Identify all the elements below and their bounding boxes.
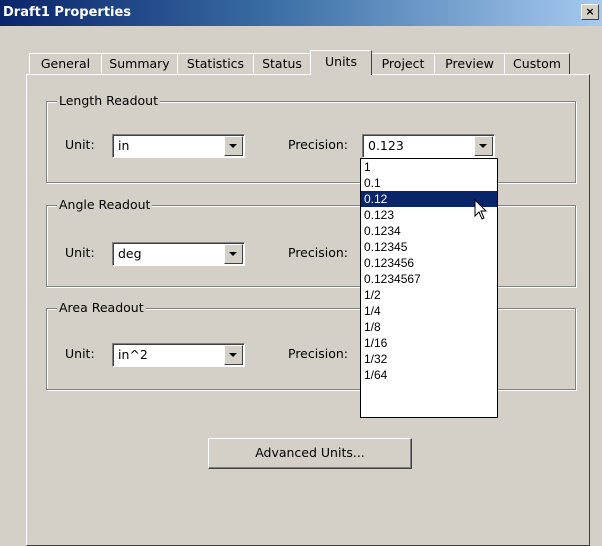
- dropdown-option[interactable]: 1/4: [361, 303, 497, 319]
- window-title: Draft1 Properties: [3, 5, 132, 20]
- advanced-units-button[interactable]: Advanced Units...: [208, 438, 412, 469]
- angle-unit-value: deg: [118, 246, 142, 261]
- length-precision-label: Precision:: [288, 137, 348, 152]
- area-unit-select[interactable]: in^2: [112, 343, 245, 367]
- dropdown-option[interactable]: 1: [361, 159, 497, 175]
- area-readout-legend: Area Readout: [57, 300, 146, 315]
- chevron-down-icon[interactable]: [474, 136, 493, 156]
- dropdown-option[interactable]: 1/8: [361, 319, 497, 335]
- dropdown-option[interactable]: 0.1234: [361, 223, 497, 239]
- tab-project[interactable]: Project: [371, 53, 435, 74]
- dropdown-option[interactable]: 0.12345: [361, 239, 497, 255]
- area-unit-value: in^2: [118, 347, 148, 362]
- dropdown-option[interactable]: 0.123456: [361, 255, 497, 271]
- angle-precision-label: Precision:: [288, 245, 348, 260]
- close-icon: ×: [585, 5, 595, 18]
- length-unit-value: in: [118, 138, 130, 153]
- chevron-down-icon[interactable]: [224, 345, 243, 365]
- dropdown-option[interactable]: 1/64: [361, 367, 497, 383]
- precision-dropdown-list[interactable]: 1 0.1 0.12 0.123 0.1234 0.12345 0.123456…: [360, 158, 498, 418]
- chevron-down-icon[interactable]: [224, 244, 243, 264]
- area-precision-label: Precision:: [288, 346, 348, 361]
- tab-status[interactable]: Status: [253, 53, 311, 74]
- tab-statistics[interactable]: Statistics: [177, 53, 254, 74]
- tab-general[interactable]: General: [29, 53, 102, 74]
- tab-summary[interactable]: Summary: [101, 53, 178, 74]
- mouse-pointer-icon: [474, 199, 488, 220]
- dropdown-option[interactable]: 0.1234567: [361, 271, 497, 287]
- length-unit-label: Unit:: [65, 137, 95, 152]
- chevron-down-icon[interactable]: [224, 136, 243, 156]
- dropdown-option[interactable]: 0.1: [361, 175, 497, 191]
- tab-custom[interactable]: Custom: [504, 53, 570, 74]
- length-precision-value: 0.123: [368, 138, 404, 153]
- tab-preview[interactable]: Preview: [434, 53, 505, 74]
- area-unit-label: Unit:: [65, 346, 95, 361]
- units-tab-panel: Length Readout Unit: in Precision: 0.123…: [26, 74, 590, 546]
- angle-unit-label: Unit:: [65, 245, 95, 260]
- title-bar: Draft1 Properties ×: [0, 0, 602, 26]
- angle-readout-legend: Angle Readout: [57, 197, 153, 212]
- length-readout-legend: Length Readout: [57, 93, 160, 108]
- close-button[interactable]: ×: [581, 4, 599, 20]
- angle-unit-select[interactable]: deg: [112, 242, 245, 266]
- length-precision-select[interactable]: 0.123: [362, 134, 495, 158]
- dropdown-option[interactable]: 1/32: [361, 351, 497, 367]
- tab-units[interactable]: Units: [310, 50, 372, 75]
- dropdown-option[interactable]: 1/16: [361, 335, 497, 351]
- dropdown-option[interactable]: 1/2: [361, 287, 497, 303]
- length-unit-select[interactable]: in: [112, 134, 245, 158]
